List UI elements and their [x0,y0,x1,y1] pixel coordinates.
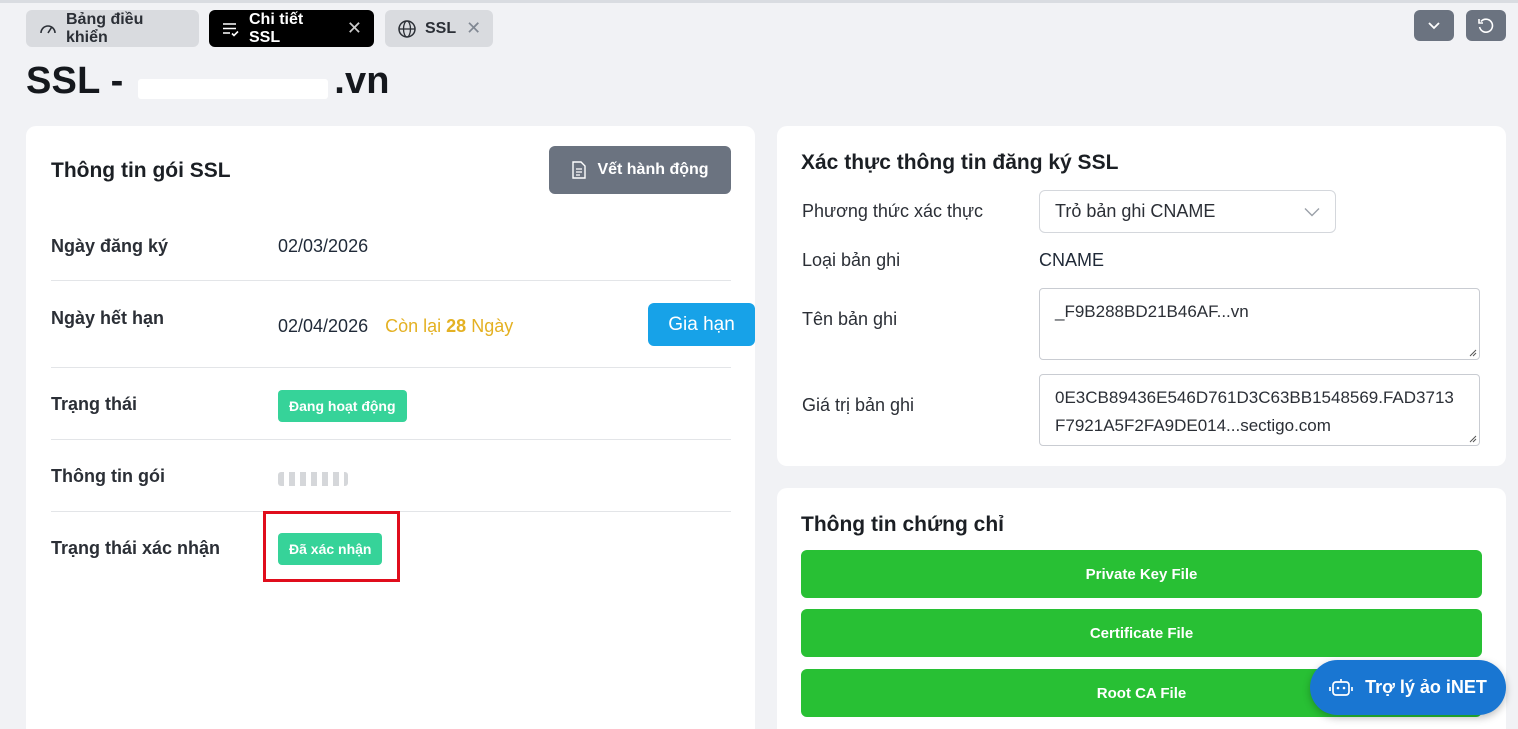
action-log-label: Vết hành động [597,161,709,178]
row-registration-date: Ngày đăng ký 02/03/2026 [51,210,731,281]
action-log-button[interactable]: Vết hành động [549,146,731,194]
chevron-down-icon [1304,207,1320,216]
registration-date-value: 02/03/2026 [278,236,369,256]
record-type-value: CNAME [1039,250,1105,270]
close-icon[interactable]: ✕ [466,18,481,39]
tab-label: Bảng điều khiển [66,10,144,46]
refresh-icon [1478,17,1494,33]
row-label: Ngày hết hạn [51,308,165,328]
record-name-field[interactable]: _F9B288BD21B46AF...vn [1039,288,1480,360]
record-value-label: Giá trị bản ghi [802,395,915,415]
card-title: Xác thực thông tin đăng ký SSL [801,151,1119,174]
tab-label: SSL [425,19,457,37]
page-title-prefix: SSL - [26,60,135,102]
ssl-verification-card: Xác thực thông tin đăng ký SSL Phương th… [777,126,1506,466]
record-value-text: 0E3CB89436E546D761D3C63BB1548569.FAD3713… [1055,388,1454,435]
expiry-date-value: 02/04/2026 [278,316,369,336]
row-label: Trạng thái [51,394,138,414]
robot-icon [1329,678,1353,696]
select-value: Trỏ bản ghi CNAME [1055,201,1216,221]
card-title: Thông tin gói SSL [51,159,231,182]
expiry-date-line: 02/04/2026 Còn lại 28 Ngày [278,316,513,337]
status-badge: Đang hoạt động [278,390,407,422]
collapse-button[interactable] [1414,10,1454,41]
virtual-assistant-button[interactable]: Trợ lý ảo iNET [1310,660,1506,715]
document-icon [572,161,587,179]
row-label: Ngày đăng ký [51,236,169,256]
row-plan-info: Thông tin gói [51,440,731,512]
row-label: Trạng thái xác nhận [51,538,221,558]
redacted-domain [134,62,335,103]
tab-ssl-detail[interactable]: Chi tiết SSL ✕ [209,10,374,47]
method-label: Phương thức xác thực [802,201,984,221]
record-name-label: Tên bản ghi [802,309,898,329]
assistant-label: Trợ lý ảo iNET [1365,677,1487,697]
row-expiry-date: Ngày hết hạn 02/04/2026 Còn lại 28 Ngày … [51,281,755,368]
page-title: SSL - .vn [26,60,390,103]
chevron-down-icon [1428,21,1440,29]
ssl-package-card: Thông tin gói SSL Vết hành động Ngày đăn… [26,126,755,729]
close-icon[interactable]: ✕ [347,18,362,39]
row-status: Trạng thái Đang hoạt động [51,368,731,440]
private-key-file-button[interactable]: Private Key File [801,550,1482,598]
tab-ssl[interactable]: SSL ✕ [385,10,493,47]
remaining-days: Còn lại 28 Ngày [385,316,514,336]
highlight-box [263,511,400,582]
record-type-label: Loại bản ghi [802,250,901,270]
renew-button[interactable]: Gia hạn [648,303,755,346]
redacted-text [278,472,348,487]
card-title: Thông tin chứng chỉ [801,513,1005,536]
plan-info-value-redacted [278,468,348,489]
page-title-suffix: .vn [334,60,390,102]
dashboard-gauge-icon [40,24,56,33]
record-name-text: _F9B288BD21B46AF...vn [1055,302,1249,321]
certificate-file-button[interactable]: Certificate File [801,609,1482,657]
globe-icon [398,19,416,38]
top-divider [0,0,1518,3]
tab-dashboard[interactable]: Bảng điều khiển [26,10,199,47]
tab-label: Chi tiết SSL [249,10,304,46]
list-check-icon [223,22,239,37]
row-label: Thông tin gói [51,466,165,486]
verification-method-select[interactable]: Trỏ bản ghi CNAME [1039,190,1336,233]
record-value-field[interactable]: 0E3CB89436E546D761D3C63BB1548569.FAD3713… [1039,374,1480,446]
reload-button[interactable] [1466,10,1506,41]
resize-grip-icon[interactable] [1467,347,1477,357]
resize-grip-icon[interactable] [1467,433,1477,443]
